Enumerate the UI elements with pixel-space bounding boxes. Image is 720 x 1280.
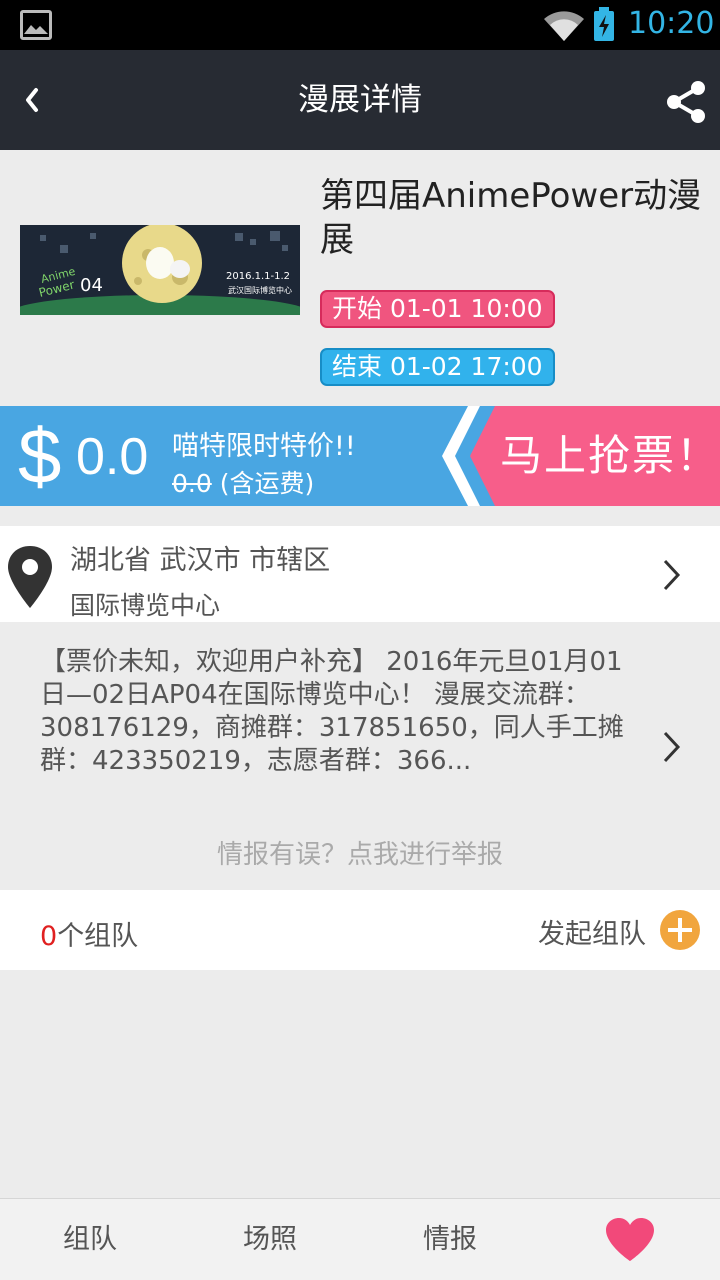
tab-info[interactable]: 情报: [423, 1199, 477, 1280]
image-notification-icon: [20, 10, 52, 40]
share-icon[interactable]: [664, 80, 708, 124]
clock: 10:20: [628, 6, 715, 41]
add-team-plus-icon[interactable]: [660, 910, 700, 950]
banner-venue: 武汉国际博览中心: [228, 285, 292, 295]
end-time-tag: 结束 01-02 17:00: [320, 348, 555, 386]
start-team-button[interactable]: 发起组队: [538, 912, 646, 951]
navigation-bar: 漫展详情: [0, 50, 720, 150]
team-row: 0个组队 发起组队: [0, 890, 720, 970]
team-count-number: 0: [40, 921, 58, 952]
battery-charging-icon: [594, 7, 614, 41]
tab-teams[interactable]: 组队: [63, 1199, 117, 1280]
page-title: 漫展详情: [298, 82, 422, 118]
banner-logo-number: 04: [80, 275, 103, 296]
event-header: Anime Power 04 2016.1.1-1.2 武汉国际博览中心 第四届…: [0, 150, 720, 406]
report-error-link[interactable]: 情报有误？点我进行举报: [0, 834, 720, 871]
address-row[interactable]: 湖北省 武汉市 市辖区 国际博览中心: [0, 526, 720, 622]
ticket-promo-strip: $ 0.0 喵特限时特价!! 0.0 (含运费) 马上抢票！: [0, 406, 720, 506]
start-time-tag: 开始 01-01 10:00: [320, 290, 555, 328]
status-bar: 10:20: [0, 0, 720, 50]
bottom-tab-bar: 组队 场照 情报: [0, 1198, 720, 1280]
team-count-suffix: 个组队: [57, 921, 139, 952]
chevron-right-icon: [663, 559, 681, 591]
event-banner: Anime Power 04 2016.1.1-1.2 武汉国际博览中心: [20, 225, 300, 315]
event-description[interactable]: 【票价未知，欢迎用户补充】 2016年元旦01月01日—02日AP04在国际博览…: [0, 622, 720, 890]
address-region: 湖北省 武汉市 市辖区: [70, 545, 331, 576]
address-venue: 国际博览中心: [70, 591, 221, 620]
favorite-heart-icon[interactable]: [604, 1217, 656, 1263]
event-title: 第四届AnimePower动漫展: [320, 176, 702, 260]
tab-photos[interactable]: 场照: [243, 1199, 297, 1280]
buy-ticket-button[interactable]: 马上抢票！: [500, 406, 720, 506]
banner-date: 2016.1.1-1.2: [226, 271, 290, 282]
chevron-right-icon: [663, 731, 681, 763]
team-count: 0个组队: [40, 914, 138, 953]
description-text: 【票价未知，欢迎用户补充】 2016年元旦01月01日—02日AP04在国际博览…: [40, 647, 624, 776]
wifi-icon: [544, 11, 584, 42]
location-pin-icon: [8, 546, 52, 608]
